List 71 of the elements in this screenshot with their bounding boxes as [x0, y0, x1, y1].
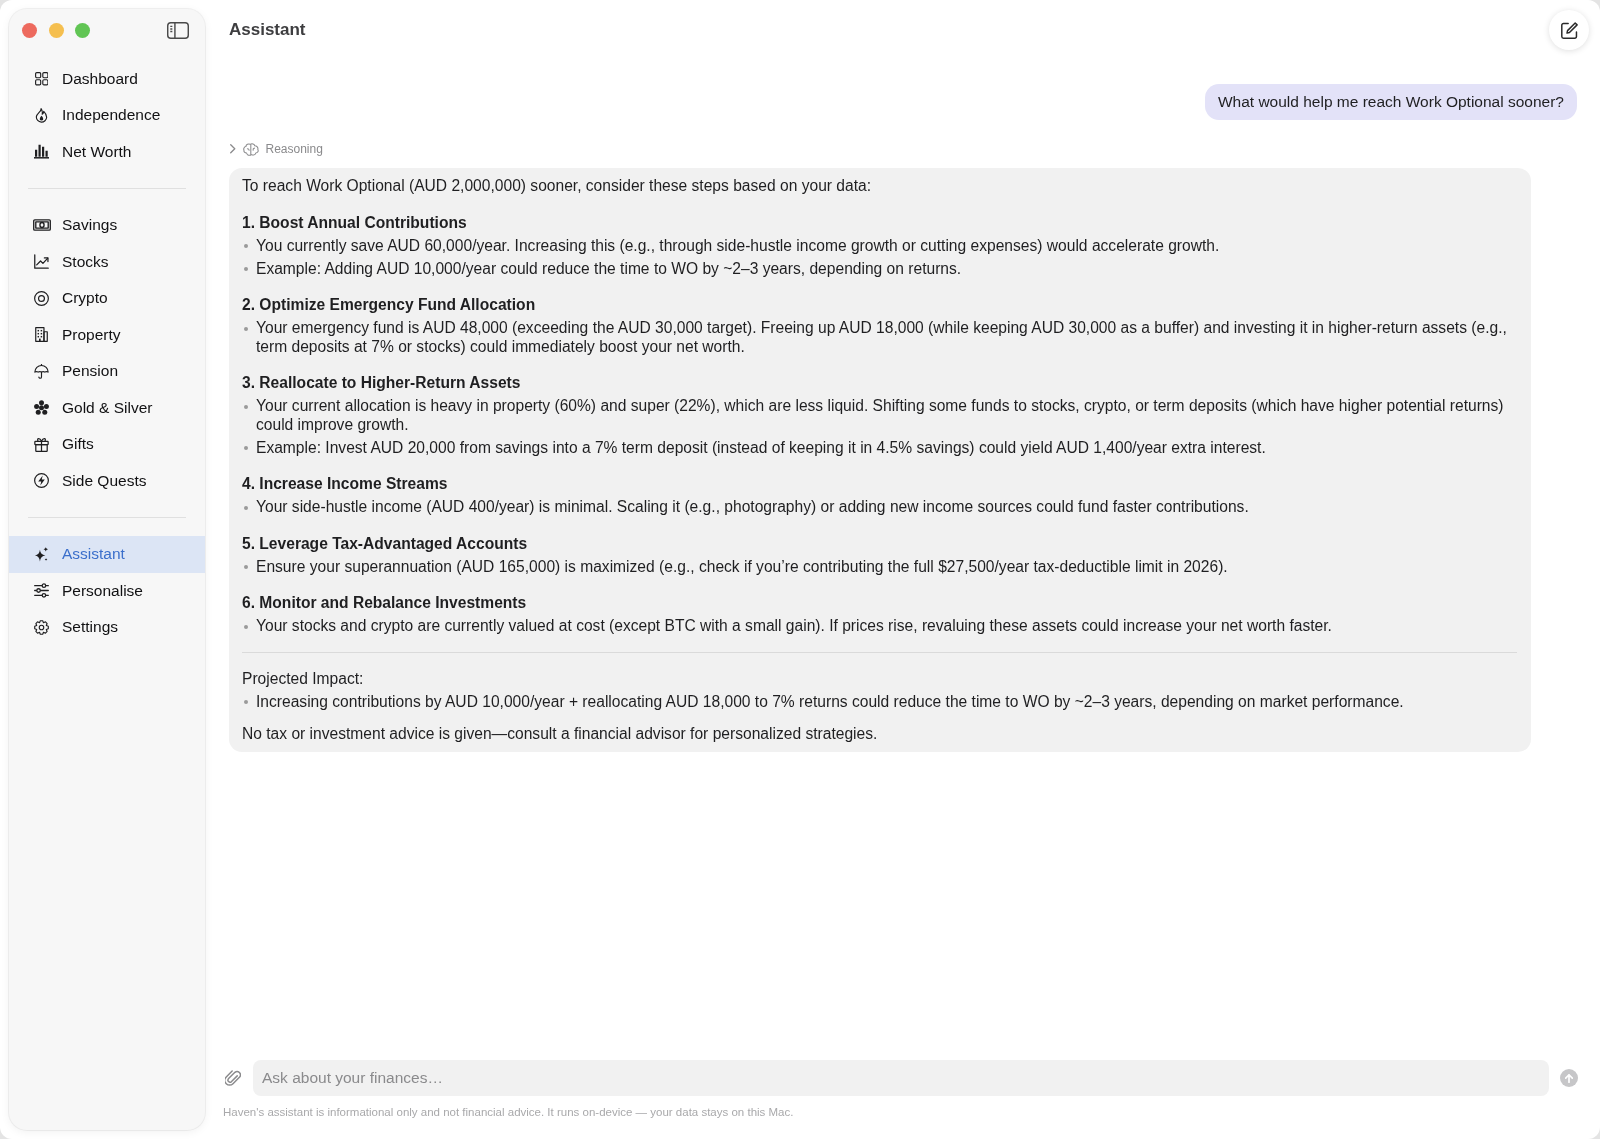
bullet-icon	[244, 326, 248, 331]
gift-icon	[34, 436, 49, 452]
sidebar-item[interactable]: Stocks	[9, 243, 205, 280]
sidebar-item[interactable]: Independence	[9, 97, 205, 134]
bolt-icon	[34, 473, 49, 489]
sidebar-item[interactable]: Side Quests	[9, 462, 205, 499]
reply-intro: To reach Work Optional (AUD 2,000,000) sooner, consider these steps based on your data:	[242, 177, 873, 196]
user-message: What would help me reach Work Optional sooner?	[1204, 84, 1577, 120]
settings-icon	[34, 619, 49, 635]
line-chart-icon	[34, 254, 49, 270]
coin-icon	[34, 290, 49, 306]
banknote-icon	[32, 219, 51, 232]
sidebar-item[interactable]: Settings	[9, 609, 205, 646]
sidebar-item[interactable]: Dashboard	[9, 60, 205, 97]
bullet-icon	[244, 244, 248, 248]
bullet-text: Ensure your superannuation (AUD 165,000) is maximized (e.g., check if you’re contributing the full $27,500/year tax-deductible limit in 2026).	[256, 557, 1229, 576]
disclaimer-text: Haven's assistant is informational only and not financial advice. It runs on-device — your data stays on this Mac.	[223, 1105, 795, 1120]
bar-chart-icon	[34, 144, 49, 160]
sidebar-item[interactable]: Gold & Silver	[9, 389, 205, 426]
sliders-icon	[34, 583, 49, 599]
bullet-icon	[244, 565, 248, 569]
circles-cluster-icon	[34, 400, 49, 416]
bullet-text: Your emergency fund is AUD 48,000 (exceeding the AUD 30,000 target). Freeing up AUD 18,000 (while keeping AUD 30,000 as a buffer) and investing it in higher-return assets (e.g., term deposits at 7% or stocks) could immediately boost your net worth.	[256, 319, 1508, 356]
impact-heading: Projected Impact:	[242, 669, 365, 688]
bullet-icon	[244, 404, 248, 409]
reply-closing: No tax or investment advice is given—consult a financial advisor for personalized strategies.	[242, 725, 879, 744]
sidebar-item[interactable]: Crypto	[9, 280, 205, 317]
sidebar-item[interactable]: Personalise	[9, 572, 205, 609]
bullet-icon	[244, 446, 248, 450]
bullet-icon	[244, 267, 248, 271]
grid-icon	[34, 72, 49, 86]
sidebar-item[interactable]: Net Worth	[9, 133, 205, 170]
sidebar-item[interactable]: Assistant	[9, 536, 205, 573]
sparkles-icon	[34, 546, 49, 562]
section-heading: 2. Optimize Emergency Fund Allocation	[242, 296, 537, 315]
attach-button[interactable]	[223, 1068, 243, 1088]
bullet-text: Your side-hustle income (AUD 400/year) is minimal. Scaling it (e.g., photography) or adding new income sources could fund faster contributions.	[256, 498, 1250, 517]
brain-icon	[242, 142, 259, 156]
bullet-text: Increasing contributions by AUD 10,000/year + reallocating AUD 18,000 to 7% returns could reduce the time to WO by ~2–3 years, depending on market performance.	[256, 692, 1405, 711]
bullet-icon	[244, 505, 248, 510]
sidebar-item[interactable]: Pension	[9, 353, 205, 390]
compose-button[interactable]	[1549, 10, 1589, 50]
section-heading: 6. Monitor and Rebalance Investments	[242, 594, 528, 613]
sidebar-item[interactable]: Gifts	[9, 426, 205, 463]
page-title: Assistant	[229, 20, 306, 40]
section-heading: 4. Increase Income Streams	[242, 475, 449, 494]
sidebar-toggle-button[interactable]	[167, 21, 189, 39]
sidebar-item[interactable]: Property	[9, 316, 205, 353]
message-input[interactable]: Ask about your finances…	[253, 1060, 1549, 1096]
bullet-text: Example: Adding AUD 10,000/year could reduce the time to WO by ~2–3 years, depending on returns.	[256, 259, 963, 278]
umbrella-icon	[34, 363, 49, 379]
section-heading: 3. Reallocate to Higher-Return Assets	[242, 374, 522, 393]
bullet-text: Example: Invest AUD 20,000 from savings into a 7% term deposit (instead of keeping it in 4.5% savings) could yield AUD 1,400/year extra interest.	[256, 438, 1267, 457]
reasoning-toggle[interactable]: Reasoning	[229, 140, 323, 158]
bullet-icon	[244, 624, 248, 629]
bullet-text: You currently save AUD 60,000/year. Increasing this (e.g., through side-hustle income growth or cutting expenses) would accelerate growth.	[256, 236, 1221, 255]
bullet-text: Your stocks and crypto are currently valued at cost (except BTC with a small gain). If prices rise, revaluing these assets could increase your net worth faster.	[256, 617, 1333, 636]
bullet-text: Your current allocation is heavy in property (60%) and super (22%), which are less liquid. Shifting some funds to stocks, crypto, or term deposits (which have higher potential returns) could improve growth.	[256, 397, 1505, 434]
pencil-square-icon	[1560, 21, 1578, 39]
bullet-icon	[244, 700, 248, 704]
window-zoom-button[interactable]	[75, 22, 90, 38]
window-close-button[interactable]	[22, 22, 37, 38]
sidebar-icon	[167, 21, 189, 39]
section-heading: 1. Boost Annual Contributions	[242, 213, 468, 232]
window-minimize-button[interactable]	[48, 22, 64, 38]
flame-icon	[34, 107, 49, 123]
sidebar-item[interactable]: Savings	[9, 207, 205, 244]
building-icon	[34, 327, 49, 343]
section-heading: 5. Leverage Tax-Advantaged Accounts	[242, 534, 529, 553]
arrow-up-icon	[1565, 1073, 1573, 1083]
paperclip-icon	[225, 1070, 241, 1086]
